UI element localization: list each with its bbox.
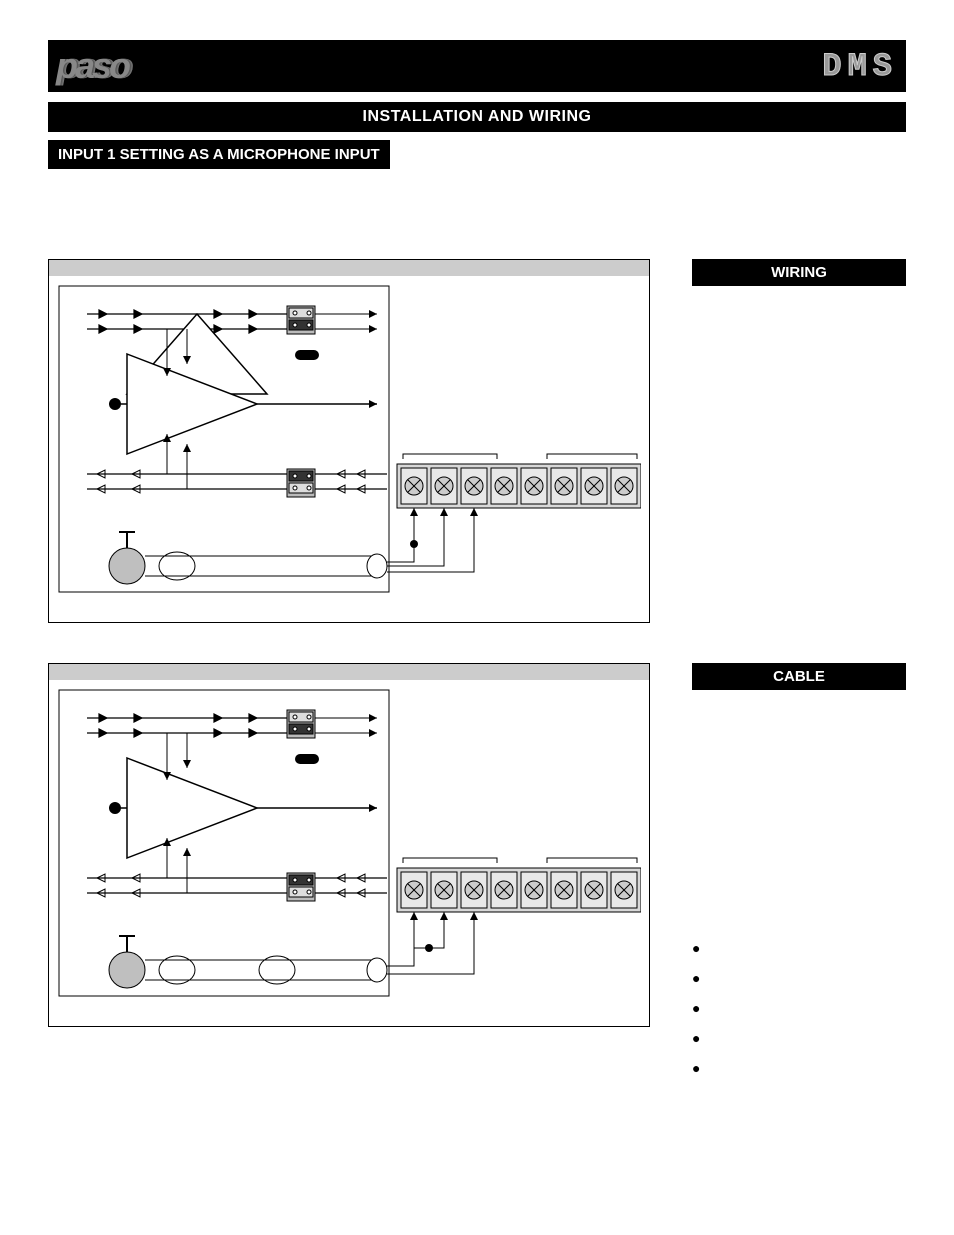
section-title-bar: INSTALLATION AND WIRING: [48, 102, 906, 132]
terminal-strip: [397, 464, 641, 508]
jumper-block-top: [287, 306, 315, 334]
figure-wiring-balanced: [48, 259, 650, 623]
jumper-block-bottom: [287, 469, 315, 497]
list-item: [692, 1060, 906, 1076]
subsection-title-bar: INPUT 1 SETTING AS A MICROPHONE INPUT: [48, 140, 390, 169]
mic-and-cable: [109, 508, 478, 584]
wiring-side-header: WIRING: [692, 259, 906, 286]
circuit-diagram-1: [57, 284, 641, 614]
list-item: [692, 1000, 906, 1016]
top-header-bar: paso DMS: [48, 40, 906, 92]
list-item: [692, 940, 906, 956]
circuit-diagram-2: [57, 688, 641, 1018]
cable-side-header: CABLE: [692, 663, 906, 690]
list-item: [692, 1030, 906, 1046]
figure-wiring-unbalanced: [48, 663, 650, 1027]
list-item: [692, 970, 906, 986]
brand-logo-right: DMS: [822, 48, 898, 85]
cable-bullet-list: [692, 940, 906, 1076]
brand-logo-left: paso: [56, 45, 128, 87]
